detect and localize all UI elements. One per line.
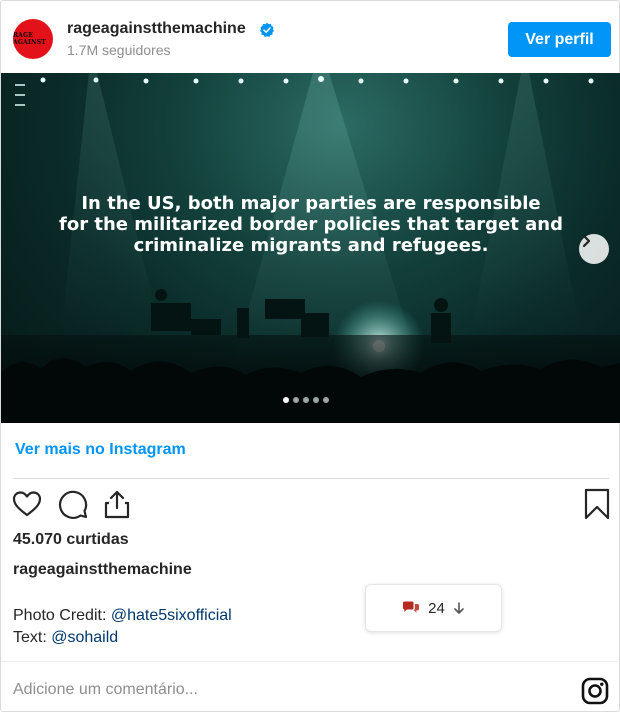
divider: [1, 661, 620, 662]
text-credit-line: Text: @sohaild: [13, 627, 232, 649]
post-header: RAGE AGAINST rageagainstthemachine 1.7M …: [1, 1, 619, 74]
view-more-on-instagram-link[interactable]: Ver mais no Instagram: [15, 441, 186, 459]
caption-line: for the militarized border policies that…: [59, 214, 563, 235]
post-author-username[interactable]: rageagainstthemachine: [13, 561, 192, 579]
like-count[interactable]: 45.070 curtidas: [13, 531, 129, 549]
post-photo[interactable]: In the US, both major parties are respon…: [1, 73, 620, 423]
username[interactable]: rageagainstthemachine: [67, 20, 246, 38]
post-caption: Photo Credit: @hate5sixofficial Text: @s…: [13, 605, 232, 649]
comments-count: 24: [428, 599, 445, 617]
follower-count: 1.7M seguidores: [67, 42, 171, 58]
photo-credit-line: Photo Credit: @hate5sixofficial: [13, 605, 232, 627]
comments-bubble-icon: [403, 601, 420, 613]
caption-line: In the US, both major parties are respon…: [81, 193, 541, 214]
heart-icon[interactable]: [11, 488, 43, 520]
comment-icon[interactable]: [57, 488, 89, 520]
carousel-dot: [293, 397, 299, 403]
instagram-embed-card: RAGE AGAINST rageagainstthemachine 1.7M …: [0, 0, 620, 712]
text-credit-mention[interactable]: @sohaild: [51, 629, 118, 646]
photo-credit-label: Photo Credit:: [13, 607, 111, 624]
comments-count-button[interactable]: 24: [365, 584, 502, 632]
add-comment-input[interactable]: Adicione um comentário...: [13, 681, 198, 699]
chevron-right-icon: [582, 234, 591, 248]
avatar-logo-text: RAGE AGAINST: [13, 32, 46, 46]
instagram-icon[interactable]: [581, 677, 609, 705]
text-credit-label: Text:: [13, 629, 52, 646]
view-profile-button[interactable]: Ver perfil: [508, 22, 611, 57]
carousel-next-button[interactable]: [579, 234, 609, 264]
caption-line: criminalize migrants and refugees.: [133, 235, 489, 256]
carousel-dot: [283, 397, 289, 403]
carousel-dot: [303, 397, 309, 403]
verified-badge-icon: [260, 22, 274, 37]
avatar[interactable]: RAGE AGAINST: [13, 19, 53, 59]
divider: [13, 478, 609, 479]
bookmark-icon[interactable]: [581, 488, 613, 520]
carousel-indicator: [283, 397, 329, 403]
photo-credit-mention[interactable]: @hate5sixofficial: [111, 607, 232, 624]
carousel-dot: [323, 397, 329, 403]
arrow-down-icon: [454, 602, 464, 614]
photo-caption: In the US, both major parties are respon…: [1, 193, 620, 256]
carousel-dot: [313, 397, 319, 403]
share-icon[interactable]: [101, 488, 133, 520]
